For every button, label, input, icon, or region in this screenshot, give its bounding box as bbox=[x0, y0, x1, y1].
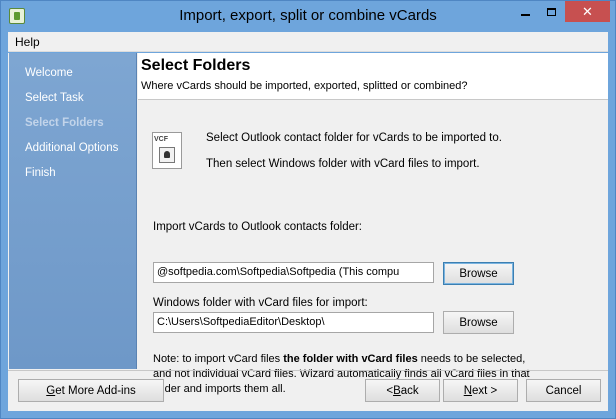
menu-bar: Help bbox=[8, 32, 608, 52]
page-header: Select Folders Where vCards should be im… bbox=[138, 53, 608, 100]
note-prefix: Note: to import vCard files bbox=[153, 353, 284, 365]
step-finish[interactable]: Finish bbox=[25, 167, 56, 179]
info-text-windows: Then select Windows folder with vCard fi… bbox=[206, 158, 480, 170]
back-button[interactable]: < Back bbox=[365, 379, 440, 402]
windows-folder-field[interactable]: C:\Users\SoftpediaEditor\Desktop\ bbox=[153, 312, 434, 333]
vcard-icon-label: VCF bbox=[154, 136, 168, 143]
menu-help[interactable]: Help bbox=[15, 35, 40, 49]
main-content: VCF Select Outlook contact folder for vC… bbox=[138, 101, 608, 395]
back-label-pre: < bbox=[386, 384, 394, 397]
close-icon: ✕ bbox=[582, 3, 593, 19]
back-label-post: ack bbox=[400, 384, 419, 397]
windows-folder-label: Windows folder with vCard files for impo… bbox=[153, 297, 368, 309]
addins-label-accel: G bbox=[46, 384, 56, 397]
step-select-task[interactable]: Select Task bbox=[25, 92, 84, 104]
maximize-icon bbox=[547, 7, 556, 16]
vcard-file-icon: VCF bbox=[152, 132, 182, 169]
cancel-button[interactable]: Cancel bbox=[526, 379, 601, 402]
back-label-accel: B bbox=[393, 384, 401, 397]
title-bar[interactable]: Import, export, split or combine vCards … bbox=[1, 1, 615, 32]
footer-separator bbox=[8, 370, 608, 371]
page-title: Select Folders bbox=[141, 57, 251, 74]
step-additional-options[interactable]: Additional Options bbox=[25, 142, 118, 154]
next-button[interactable]: Next > bbox=[443, 379, 518, 402]
close-button[interactable]: ✕ bbox=[565, 1, 610, 22]
main-window: Import, export, split or combine vCards … bbox=[0, 0, 616, 419]
page-subtitle: Where vCards should be imported, exporte… bbox=[141, 80, 468, 92]
info-text-outlook: Select Outlook contact folder for vCards… bbox=[206, 132, 502, 144]
windows-browse-button[interactable]: Browse bbox=[443, 311, 514, 334]
next-label-post: ext > bbox=[472, 384, 498, 397]
maximize-button[interactable] bbox=[538, 1, 565, 22]
contact-card-icon bbox=[159, 147, 175, 163]
minimize-icon bbox=[520, 13, 530, 16]
step-welcome[interactable]: Welcome bbox=[25, 67, 73, 79]
outlook-browse-button[interactable]: Browse bbox=[443, 262, 514, 285]
wizard-steps-sidebar: Welcome Select Task Select Folders Addit… bbox=[9, 53, 137, 369]
outlook-folder-label: Import vCards to Outlook contacts folder… bbox=[153, 221, 363, 233]
wizard-client: Welcome Select Task Select Folders Addit… bbox=[8, 53, 608, 411]
step-select-folders[interactable]: Select Folders bbox=[25, 117, 104, 129]
addins-label-post: et More Add-ins bbox=[55, 384, 136, 397]
note-bold: the folder with vCard files bbox=[283, 353, 418, 365]
minimize-button[interactable] bbox=[512, 1, 538, 22]
outlook-folder-value: @softpedia.com\Softpedia\Softpedia (This… bbox=[157, 266, 400, 278]
get-more-addins-button[interactable]: Get More Add-ins bbox=[18, 379, 164, 402]
outlook-folder-field[interactable]: @softpedia.com\Softpedia\Softpedia (This… bbox=[153, 262, 434, 283]
next-label-accel: N bbox=[463, 384, 473, 397]
windows-folder-value: C:\Users\SoftpediaEditor\Desktop\ bbox=[157, 316, 325, 328]
